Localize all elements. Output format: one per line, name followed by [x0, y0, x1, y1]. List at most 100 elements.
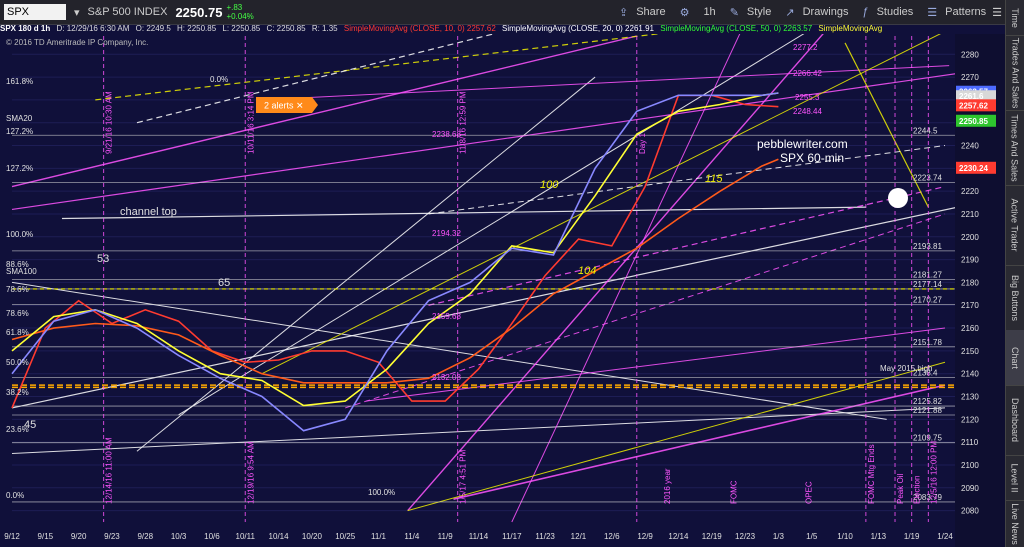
sidebar-tab-dashboard[interactable]: Dashboard	[1006, 385, 1024, 456]
price-tick-label: 2130	[961, 393, 979, 402]
chart-annotation: 2255.3	[795, 93, 820, 102]
symbol-input[interactable]: SPX	[4, 4, 66, 20]
time-tick-label: 9/20	[71, 532, 87, 541]
price-chart[interactable]: 2244.5 2223.74 2193.81 2181.272177.14 2170.2…	[0, 34, 1006, 547]
time-tick-label: 11/4	[404, 532, 420, 541]
level-label: 2121.88	[913, 406, 942, 415]
vertical-annotation: 12/5/16 12:00 PM	[929, 441, 938, 504]
time-tick-label: 1/24	[937, 532, 953, 541]
price-tick-label: 2080	[961, 507, 979, 516]
price-tick-label: 2160	[961, 324, 979, 333]
time-axis: 9/12 9/15 9/20 9/23 9/28 10/3 10/6 10/11 10/14 10…	[4, 532, 953, 541]
style-button[interactable]: Style	[747, 6, 771, 18]
price-tick-label: 2180	[961, 278, 979, 287]
menu-icon[interactable]: ☰	[992, 6, 1002, 19]
interval-select[interactable]: 1h	[703, 6, 715, 18]
sidebar-tab-big-buttons[interactable]: Big Buttons	[1006, 265, 1024, 331]
level-label: 2151.78	[913, 338, 942, 347]
studies-icon[interactable]: ƒ	[862, 6, 868, 18]
drawings-button[interactable]: Drawings	[803, 6, 849, 18]
price-tick-label: 2120	[961, 415, 979, 424]
chart-annotation: 38.2%	[6, 388, 29, 397]
time-tick-label: 11/9	[438, 532, 454, 541]
style-icon[interactable]: ✎	[730, 6, 739, 19]
price-tick-label: 2190	[961, 256, 979, 265]
grid-layer	[12, 53, 955, 512]
share-icon[interactable]: ⇪	[619, 6, 628, 19]
level-label: 2193.81	[913, 242, 942, 251]
chart-annotation: channel top	[120, 206, 177, 218]
vertical-annotation: 12/19/16 9:54 AM	[246, 441, 255, 504]
alerts-badge[interactable]: 2 alerts ✕	[256, 97, 318, 113]
sidebar-tab-level-ii[interactable]: Level II	[1006, 455, 1024, 501]
alerts-label[interactable]: 2 alerts ✕	[264, 101, 304, 111]
symbol-period: SPX 180 d 1h	[0, 24, 51, 33]
index-name: S&P 500 INDEX	[87, 6, 168, 18]
study-info-bar: SPX 180 d 1h D: 12/29/16 6:30 AM O: 2249…	[0, 24, 1006, 34]
time-tick-label: 12/23	[735, 532, 756, 541]
chart-annotation: 78.6%	[6, 285, 29, 294]
level-label: 2170.27	[913, 296, 942, 305]
symbol-dropdown-icon[interactable]: ▾	[74, 6, 80, 19]
level-label: 2223.74	[913, 174, 942, 183]
price-tick-label: 2170	[961, 301, 979, 310]
time-tick-label: 1/13	[871, 532, 887, 541]
vertical-annotation: FOMC Mtg Ends	[867, 444, 876, 504]
chart-annotation: 2132.08	[432, 373, 461, 382]
chart-annotation: 0.0%	[6, 491, 24, 500]
sma-more-label[interactable]: SimpleMovingAvg	[818, 24, 882, 33]
time-tick-label: 1/5	[806, 532, 818, 541]
sidebar-tab-live-news[interactable]: Live News	[1006, 500, 1024, 547]
chart-annotation: 2248.44	[793, 107, 822, 116]
chart-annotation: 2238.68	[432, 130, 461, 139]
patterns-icon[interactable]: ☰	[927, 6, 937, 19]
price-tick-label: 2090	[961, 484, 979, 493]
vertical-annotation: 2016 year	[663, 468, 672, 504]
sidebar-tab-times-and-sales[interactable]: Times And Sales	[1006, 110, 1024, 186]
gear-icon[interactable]: ⚙	[680, 6, 690, 19]
sidebar: Time Trades And Sales Times And Sales Activ…	[1005, 0, 1024, 547]
time-tick-label: 12/9	[637, 532, 653, 541]
sidebar-tab-active-trader[interactable]: Active Trader	[1006, 185, 1024, 266]
sidebar-tab-trades-and-sales[interactable]: Trades And Sales	[1006, 35, 1024, 111]
price-label-text: 2257.62	[959, 101, 988, 110]
price-tick-label: 2240	[961, 142, 979, 151]
studies-button[interactable]: Studies	[877, 6, 914, 18]
patterns-button[interactable]: Patterns	[945, 6, 986, 18]
toolbar: SPX ▾ S&P 500 INDEX 2250.75 +.83 +0.04% ⇪…	[0, 0, 1006, 25]
last-price: 2250.75	[175, 4, 223, 20]
sidebar-tab-label: Big Buttons	[1010, 274, 1020, 321]
sma50-label[interactable]: SimpleMovingAvg (CLOSE, 50, 0) 2263.57	[660, 24, 812, 33]
time-tick-label: 12/19	[702, 532, 723, 541]
sidebar-tab-label: Level II	[1010, 462, 1020, 493]
chart-annotation: 50.0%	[6, 358, 29, 367]
chart-annotation: 115	[705, 173, 723, 185]
level-label: 2177.14	[913, 280, 942, 289]
time-tick-label: 1/10	[837, 532, 853, 541]
vertical-annotation: Election	[913, 476, 922, 504]
sidebar-tab-time[interactable]: Time	[1006, 0, 1024, 36]
sma10-label[interactable]: SimpleMovingAvg (CLOSE, 10, 0) 2257.62	[344, 24, 496, 33]
sma20-label[interactable]: SimpleMovingAvg (CLOSE, 20, 0) 2261.91	[502, 24, 654, 33]
watermark-line2: SPX 60-min	[780, 151, 844, 165]
time-tick-label: 10/14	[269, 532, 290, 541]
share-button[interactable]: Share	[636, 6, 665, 18]
sidebar-tab-chart[interactable]: Chart	[1006, 330, 1024, 386]
bar-open: O: 2249.5	[135, 24, 171, 33]
sidebar-tab-label: Dashboard	[1010, 397, 1020, 443]
chart-annotation: 2159.68	[432, 312, 461, 321]
plot-background	[0, 34, 1006, 547]
bar-range: R: 1.35	[311, 24, 338, 33]
drawings-icon[interactable]: ↗	[785, 6, 794, 19]
sidebar-tab-label: Active Trader	[1010, 198, 1020, 252]
price-tick-label: 2270	[961, 73, 979, 82]
time-tick-label: 11/17	[502, 532, 522, 541]
time-tick-label: 1/19	[904, 532, 920, 541]
sidebar-tab-label: Times And Sales	[1010, 113, 1021, 182]
chart-annotation: 104	[578, 265, 596, 277]
chart-annotation: 100	[540, 179, 559, 191]
chart-annotation: 161.8%	[6, 77, 33, 86]
time-tick-label: 9/12	[4, 532, 20, 541]
time-tick-label: 11/23	[535, 532, 555, 541]
chart-annotation: 65	[218, 277, 230, 289]
